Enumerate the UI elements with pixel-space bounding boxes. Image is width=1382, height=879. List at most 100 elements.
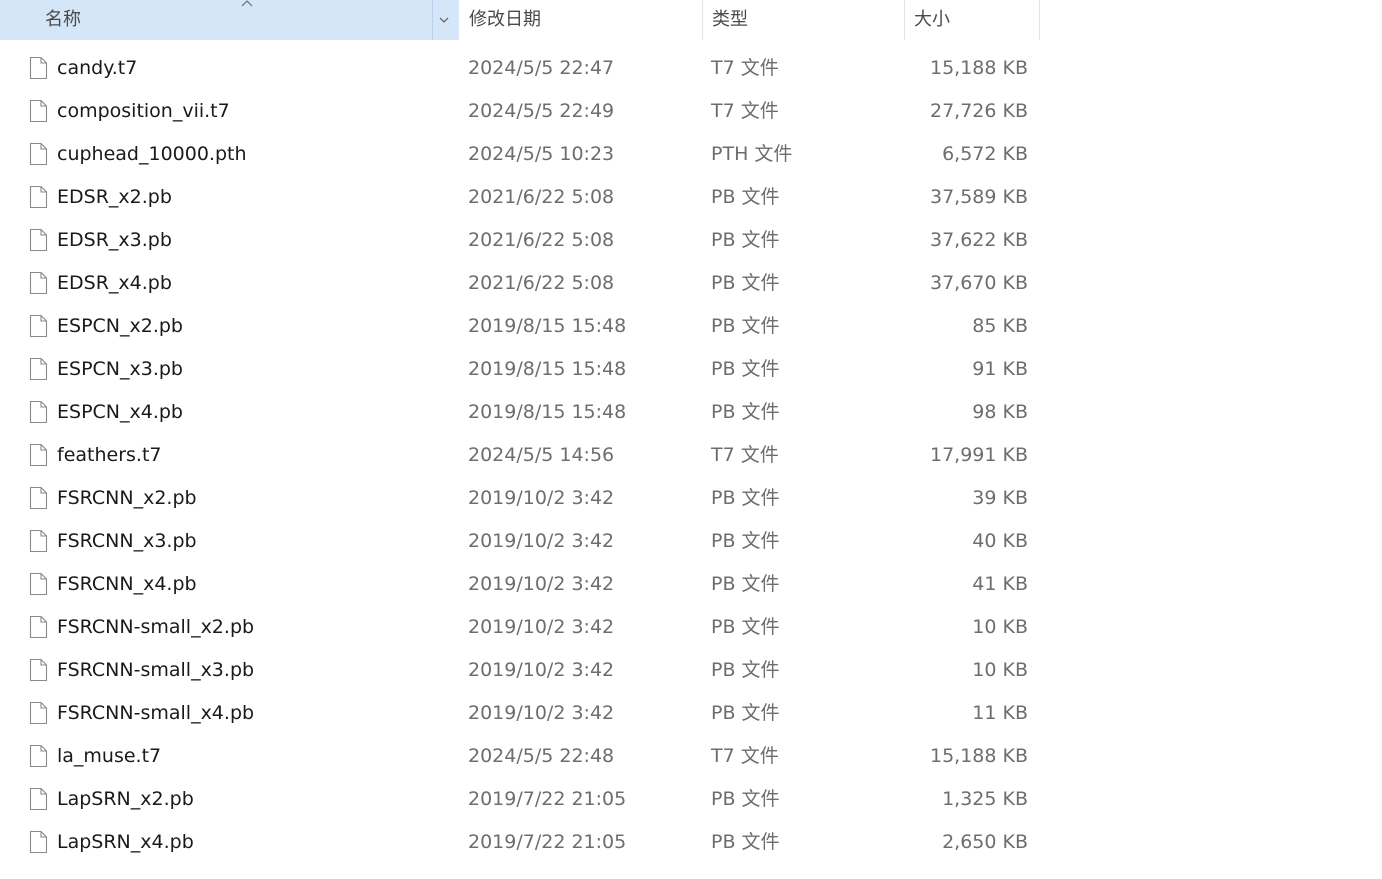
file-icon [29, 529, 48, 553]
file-row[interactable]: LapSRN_x2.pb 2019/7/22 21:05 PB 文件 1,325… [0, 778, 1040, 821]
column-header-type[interactable]: 类型 [702, 0, 904, 40]
file-row[interactable]: composition_vii.t7 2024/5/5 22:49 T7 文件 … [0, 90, 1040, 133]
file-icon [29, 701, 48, 725]
file-row[interactable]: feathers.t7 2024/5/5 14:56 T7 文件 17,991 … [0, 434, 1040, 477]
file-icon [29, 658, 48, 682]
file-modified-date: 2024/5/5 22:47 [468, 57, 615, 79]
file-icon [29, 572, 48, 596]
file-name: EDSR_x2.pb [57, 186, 172, 208]
file-modified-date: 2019/10/2 3:42 [468, 530, 615, 552]
file-modified-date: 2019/10/2 3:42 [468, 702, 615, 724]
file-type: PB 文件 [711, 358, 780, 380]
file-row[interactable]: EDSR_x3.pb 2021/6/22 5:08 PB 文件 37,622 K… [0, 219, 1040, 262]
file-row[interactable]: FSRCNN_x4.pb 2019/10/2 3:42 PB 文件 41 KB [0, 563, 1040, 606]
file-icon [29, 99, 48, 123]
file-type: PB 文件 [711, 788, 780, 810]
file-row[interactable]: ESPCN_x4.pb 2019/8/15 15:48 PB 文件 98 KB [0, 391, 1040, 434]
file-icon [29, 830, 48, 854]
column-header-size-label: 大小 [914, 9, 950, 30]
file-modified-date: 2024/5/5 22:49 [468, 100, 615, 122]
column-header-type-label: 类型 [712, 9, 748, 30]
file-explorer: 名称 修改日期 类型 大小 candy.t7 2024/5/5 22:47 T7… [0, 0, 1382, 879]
file-size: 37,622 KB [929, 229, 1028, 251]
file-type: PB 文件 [711, 659, 780, 681]
column-header-bar: 名称 修改日期 类型 大小 [0, 0, 1040, 40]
file-icon [29, 615, 48, 639]
file-type: PB 文件 [711, 573, 780, 595]
file-size: 11 KB [972, 702, 1028, 724]
file-type: PB 文件 [711, 616, 780, 638]
file-size: 98 KB [972, 401, 1028, 423]
file-name: FSRCNN-small_x3.pb [57, 659, 255, 681]
file-icon [29, 185, 48, 209]
file-size: 27,726 KB [929, 100, 1028, 122]
file-modified-date: 2019/10/2 3:42 [468, 616, 615, 638]
file-icon [29, 787, 48, 811]
file-modified-date: 2021/6/22 5:08 [468, 229, 615, 251]
file-size: 6,572 KB [942, 143, 1028, 165]
file-modified-date: 2019/8/15 15:48 [468, 401, 627, 423]
file-size: 37,589 KB [929, 186, 1028, 208]
file-size: 85 KB [972, 315, 1028, 337]
file-size: 37,670 KB [929, 272, 1028, 294]
file-modified-date: 2019/10/2 3:42 [468, 573, 615, 595]
file-name: ESPCN_x4.pb [57, 401, 183, 423]
file-row[interactable]: ESPCN_x2.pb 2019/8/15 15:48 PB 文件 85 KB [0, 305, 1040, 348]
sort-ascending-icon [241, 0, 253, 7]
file-name: composition_vii.t7 [57, 100, 230, 122]
file-row[interactable]: ESPCN_x3.pb 2019/8/15 15:48 PB 文件 91 KB [0, 348, 1040, 391]
file-type: T7 文件 [711, 444, 779, 466]
file-modified-date: 2019/8/15 15:48 [468, 315, 627, 337]
file-type: PB 文件 [711, 272, 780, 294]
file-row[interactable]: EDSR_x4.pb 2021/6/22 5:08 PB 文件 37,670 K… [0, 262, 1040, 305]
file-name: la_muse.t7 [57, 745, 162, 767]
file-size: 91 KB [972, 358, 1028, 380]
file-name: feathers.t7 [57, 444, 162, 466]
file-row[interactable]: EDSR_x2.pb 2021/6/22 5:08 PB 文件 37,589 K… [0, 176, 1040, 219]
file-size: 15,188 KB [929, 57, 1028, 79]
file-list: candy.t7 2024/5/5 22:47 T7 文件 15,188 KB … [0, 47, 1040, 864]
file-icon [29, 357, 48, 381]
file-row[interactable]: FSRCNN-small_x2.pb 2019/10/2 3:42 PB 文件 … [0, 606, 1040, 649]
dropdown-divider [432, 0, 433, 40]
file-name: EDSR_x4.pb [57, 272, 172, 294]
file-size: 2,650 KB [942, 831, 1028, 853]
file-row[interactable]: FSRCNN_x3.pb 2019/10/2 3:42 PB 文件 40 KB [0, 520, 1040, 563]
file-name: candy.t7 [57, 57, 138, 79]
file-type: PB 文件 [711, 401, 780, 423]
file-size: 17,991 KB [929, 444, 1028, 466]
column-header-date[interactable]: 修改日期 [459, 0, 702, 40]
file-row[interactable]: cuphead_10000.pth 2024/5/5 10:23 PTH 文件 … [0, 133, 1040, 176]
chevron-down-icon[interactable] [437, 14, 451, 26]
file-row[interactable]: FSRCNN_x2.pb 2019/10/2 3:42 PB 文件 39 KB [0, 477, 1040, 520]
file-modified-date: 2021/6/22 5:08 [468, 272, 615, 294]
file-icon [29, 400, 48, 424]
file-type: PB 文件 [711, 186, 780, 208]
file-name: FSRCNN-small_x4.pb [57, 702, 255, 724]
file-row[interactable]: candy.t7 2024/5/5 22:47 T7 文件 15,188 KB [0, 47, 1040, 90]
file-modified-date: 2024/5/5 22:48 [468, 745, 615, 767]
file-row[interactable]: FSRCNN-small_x3.pb 2019/10/2 3:42 PB 文件 … [0, 649, 1040, 692]
file-type: T7 文件 [711, 100, 779, 122]
file-row[interactable]: LapSRN_x4.pb 2019/7/22 21:05 PB 文件 2,650… [0, 821, 1040, 864]
file-modified-date: 2019/10/2 3:42 [468, 487, 615, 509]
column-divider[interactable] [1039, 0, 1040, 40]
file-size: 41 KB [972, 573, 1028, 595]
file-type: PB 文件 [711, 530, 780, 552]
column-header-size[interactable]: 大小 [904, 0, 1040, 40]
file-name: ESPCN_x2.pb [57, 315, 183, 337]
file-name: FSRCNN_x3.pb [57, 530, 197, 552]
file-row[interactable]: FSRCNN-small_x4.pb 2019/10/2 3:42 PB 文件 … [0, 692, 1040, 735]
file-name: FSRCNN_x2.pb [57, 487, 197, 509]
file-modified-date: 2019/8/15 15:48 [468, 358, 627, 380]
file-size: 39 KB [972, 487, 1028, 509]
file-size: 1,325 KB [942, 788, 1028, 810]
file-icon [29, 744, 48, 768]
file-row[interactable]: la_muse.t7 2024/5/5 22:48 T7 文件 15,188 K… [0, 735, 1040, 778]
file-type: PB 文件 [711, 315, 780, 337]
file-type: PB 文件 [711, 831, 780, 853]
column-header-name-label: 名称 [45, 9, 81, 30]
file-name: EDSR_x3.pb [57, 229, 172, 251]
column-header-name[interactable]: 名称 [0, 0, 459, 40]
file-name: FSRCNN-small_x2.pb [57, 616, 255, 638]
